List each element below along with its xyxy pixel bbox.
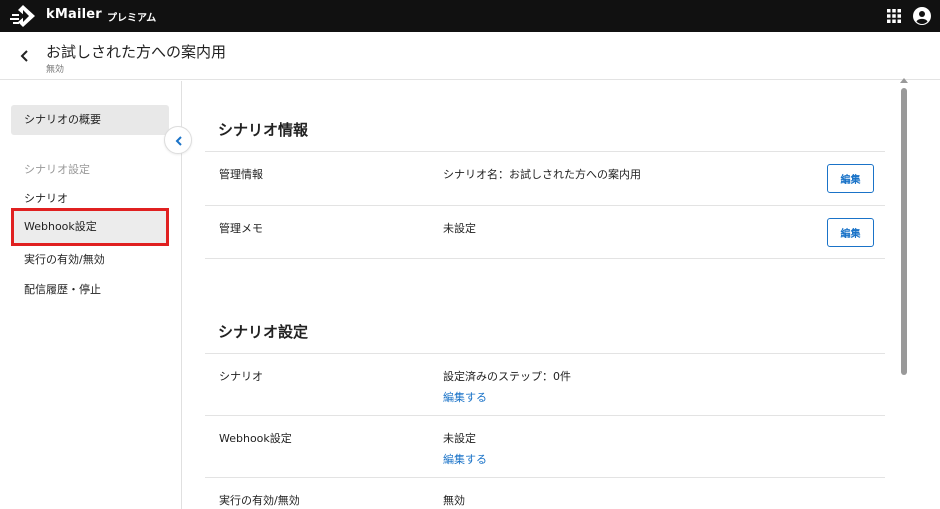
scrollbar-thumb[interactable] xyxy=(901,88,907,375)
row-value: 無効 xyxy=(443,494,465,507)
info-row-memo: 管理メモ 未設定 編集 xyxy=(205,205,885,259)
scenario-info-title: シナリオ情報 xyxy=(218,121,309,139)
scroll-up-arrow-icon[interactable] xyxy=(900,78,908,83)
row-label: Webhook設定 xyxy=(219,432,292,445)
row-label: 管理メモ xyxy=(219,222,263,235)
row-value: 設定済みのステップ：0件 xyxy=(443,370,571,383)
main-content: シナリオ情報 管理情報 シナリオ名：お試しされた方への案内用 編集 管理メモ 未… xyxy=(183,81,940,509)
account-circle-icon[interactable] xyxy=(913,7,931,25)
row-value: 未設定 xyxy=(443,222,476,235)
sidebar-item-webhook[interactable]: Webhook設定 xyxy=(11,208,169,246)
sidebar: シナリオの概要 シナリオ設定 シナリオ Webhook設定 実行の有効/無効 配… xyxy=(0,81,182,509)
back-arrow-icon[interactable] xyxy=(18,49,30,63)
info-row-management: 管理情報 シナリオ名：お試しされた方への案内用 編集 xyxy=(205,151,885,205)
scenario-settings-title: シナリオ設定 xyxy=(218,323,309,341)
page-header: お試しされた方への案内用 無効 xyxy=(0,32,940,80)
page-title: お試しされた方への案内用 xyxy=(46,43,227,61)
sidebar-item-scenario[interactable]: シナリオ xyxy=(24,190,68,206)
edit-memo-button[interactable]: 編集 xyxy=(827,218,874,247)
brand-name[interactable]: kMailer xyxy=(46,7,102,22)
scenario-status: 無効 xyxy=(46,65,65,75)
apps-grid-icon[interactable] xyxy=(887,9,901,23)
row-label: 管理情報 xyxy=(219,168,263,181)
row-value: 未設定 xyxy=(443,432,476,445)
row-label: 実行の有効/無効 xyxy=(219,494,300,507)
settings-row-webhook: Webhook設定 未設定 編集する xyxy=(205,415,885,477)
edit-scenario-link[interactable]: 編集する xyxy=(443,389,487,405)
sidebar-item-execution-toggle[interactable]: 実行の有効/無効 xyxy=(24,251,105,267)
row-value: シナリオ名：お試しされた方への案内用 xyxy=(443,168,641,181)
sidebar-section-label: シナリオ設定 xyxy=(24,163,90,176)
row-label: シナリオ xyxy=(219,370,263,383)
logo-icon[interactable] xyxy=(10,4,36,28)
edit-webhook-link[interactable]: 編集する xyxy=(443,451,487,467)
settings-row-scenario: シナリオ 設定済みのステップ：0件 編集する xyxy=(205,353,885,415)
edit-management-info-button[interactable]: 編集 xyxy=(827,164,874,193)
settings-row-execution: 実行の有効/無効 無効 xyxy=(205,477,885,509)
sidebar-item-overview[interactable]: シナリオの概要 xyxy=(11,105,169,135)
sidebar-item-delivery-history[interactable]: 配信履歴・停止 xyxy=(24,281,101,297)
top-app-bar: kMailer プレミアム xyxy=(0,0,940,32)
plan-label: プレミアム xyxy=(107,13,157,24)
